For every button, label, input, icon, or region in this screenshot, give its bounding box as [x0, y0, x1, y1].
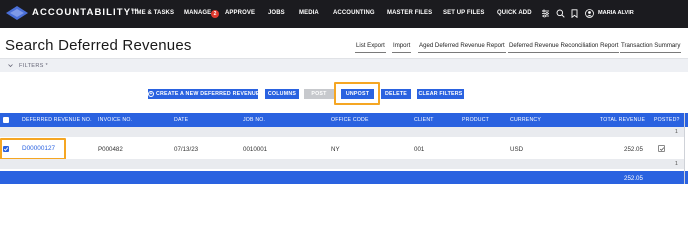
scrollbar-track[interactable]	[684, 113, 685, 184]
nav-set-up-files[interactable]: SET UP FILES	[443, 10, 484, 16]
office-code-cell: NY	[331, 146, 340, 153]
aged-deferred-revenue-report-button[interactable]: Aged Deferred Revenue Report	[418, 42, 506, 53]
client-cell: 001	[414, 146, 425, 153]
date-cell: 07/13/23	[174, 146, 199, 153]
row-highlight	[0, 138, 66, 160]
nav-quick-add[interactable]: QUICK ADD	[497, 10, 532, 16]
col-job-no[interactable]: JOB NO.	[243, 117, 265, 123]
nav-time-tasks[interactable]: TIME & TASKS	[131, 10, 174, 16]
group-header-row: 1	[0, 127, 684, 137]
table-row[interactable]: D00000127 P000482 07/13/23 0010001 NY 00…	[0, 137, 684, 159]
create-deferred-revenue-button[interactable]: + CREATE A NEW DEFERRED REVENUE	[148, 89, 260, 99]
post-button[interactable]: POST	[304, 89, 334, 99]
nav-manage[interactable]: MANAGE	[184, 10, 211, 16]
delete-button[interactable]: DELETE	[381, 89, 411, 99]
bookmark-icon[interactable]	[570, 9, 579, 18]
app-logo[interactable]: ACCOUNTABILITYTM	[6, 6, 139, 20]
sliders-icon[interactable]	[541, 9, 550, 18]
col-posted[interactable]: POSTED?	[654, 117, 680, 123]
posted-checkbox[interactable]	[658, 145, 665, 152]
total-revenue-cell: 252.05	[624, 146, 643, 153]
nav-jobs[interactable]: JOBS	[268, 10, 285, 16]
nav-approve[interactable]: APPROVE	[225, 10, 255, 16]
unpost-highlight	[334, 82, 380, 105]
col-currency[interactable]: CURRENCY	[510, 117, 541, 123]
page-title: Search Deferred Revenues	[5, 37, 192, 54]
grand-total-value: 252.05	[624, 175, 643, 182]
filters-bar[interactable]: FILTERS *	[0, 58, 688, 72]
group-footer-row: 1	[0, 159, 684, 169]
col-product[interactable]: PRODUCT	[462, 117, 489, 123]
manage-badge: 2	[211, 10, 219, 18]
top-nav: ACCOUNTABILITYTM TIME & TASKS MANAGE 2 A…	[0, 0, 688, 28]
group-count-footer: 1	[674, 161, 678, 167]
col-deferred-revenue-no[interactable]: DEFERRED REVENUE NO.	[22, 117, 92, 123]
currency-cell: USD	[510, 146, 524, 153]
list-export-button[interactable]: List Export	[355, 42, 386, 53]
user-name[interactable]: MARIA ALVIR	[598, 10, 634, 16]
job-no-cell: 0010001	[243, 146, 268, 153]
clear-filters-button[interactable]: CLEAR FILTERS	[417, 89, 464, 99]
transaction-summary-button[interactable]: Transaction Summary	[620, 42, 682, 53]
logo-mark-icon	[6, 6, 28, 20]
logo-text: ACCOUNTABILITYTM	[32, 7, 140, 19]
nav-master-files[interactable]: MASTER FILES	[387, 10, 432, 16]
create-deferred-revenue-label: CREATE A NEW DEFERRED REVENUE	[156, 91, 260, 97]
plus-circle-icon: +	[148, 91, 154, 97]
nav-media[interactable]: MEDIA	[299, 10, 319, 16]
col-total-revenue[interactable]: TOTAL REVENUE	[600, 117, 645, 123]
col-date[interactable]: DATE	[174, 117, 188, 123]
search-icon[interactable]	[556, 9, 565, 18]
col-invoice-no[interactable]: INVOICE NO.	[98, 117, 132, 123]
select-all-checkbox[interactable]	[3, 117, 9, 123]
col-client[interactable]: CLIENT	[414, 117, 434, 123]
nav-accounting[interactable]: ACCOUNTING	[333, 10, 375, 16]
chevron-down-icon	[8, 64, 13, 68]
filters-label: FILTERS *	[19, 63, 49, 69]
table-header: DEFERRED REVENUE NO. INVOICE NO. DATE JO…	[0, 113, 688, 127]
group-count: 1	[674, 129, 678, 135]
deferred-revenue-reconciliation-report-button[interactable]: Deferred Revenue Reconciliation Report	[508, 42, 620, 53]
invoice-no-cell: P000482	[98, 146, 123, 153]
import-button[interactable]: Import	[392, 42, 412, 53]
user-icon[interactable]	[585, 9, 594, 18]
grand-total-row: 252.05	[0, 171, 688, 184]
check-icon	[659, 147, 665, 151]
col-office-code[interactable]: OFFICE CODE	[331, 117, 369, 123]
columns-button[interactable]: COLUMNS	[265, 89, 299, 99]
